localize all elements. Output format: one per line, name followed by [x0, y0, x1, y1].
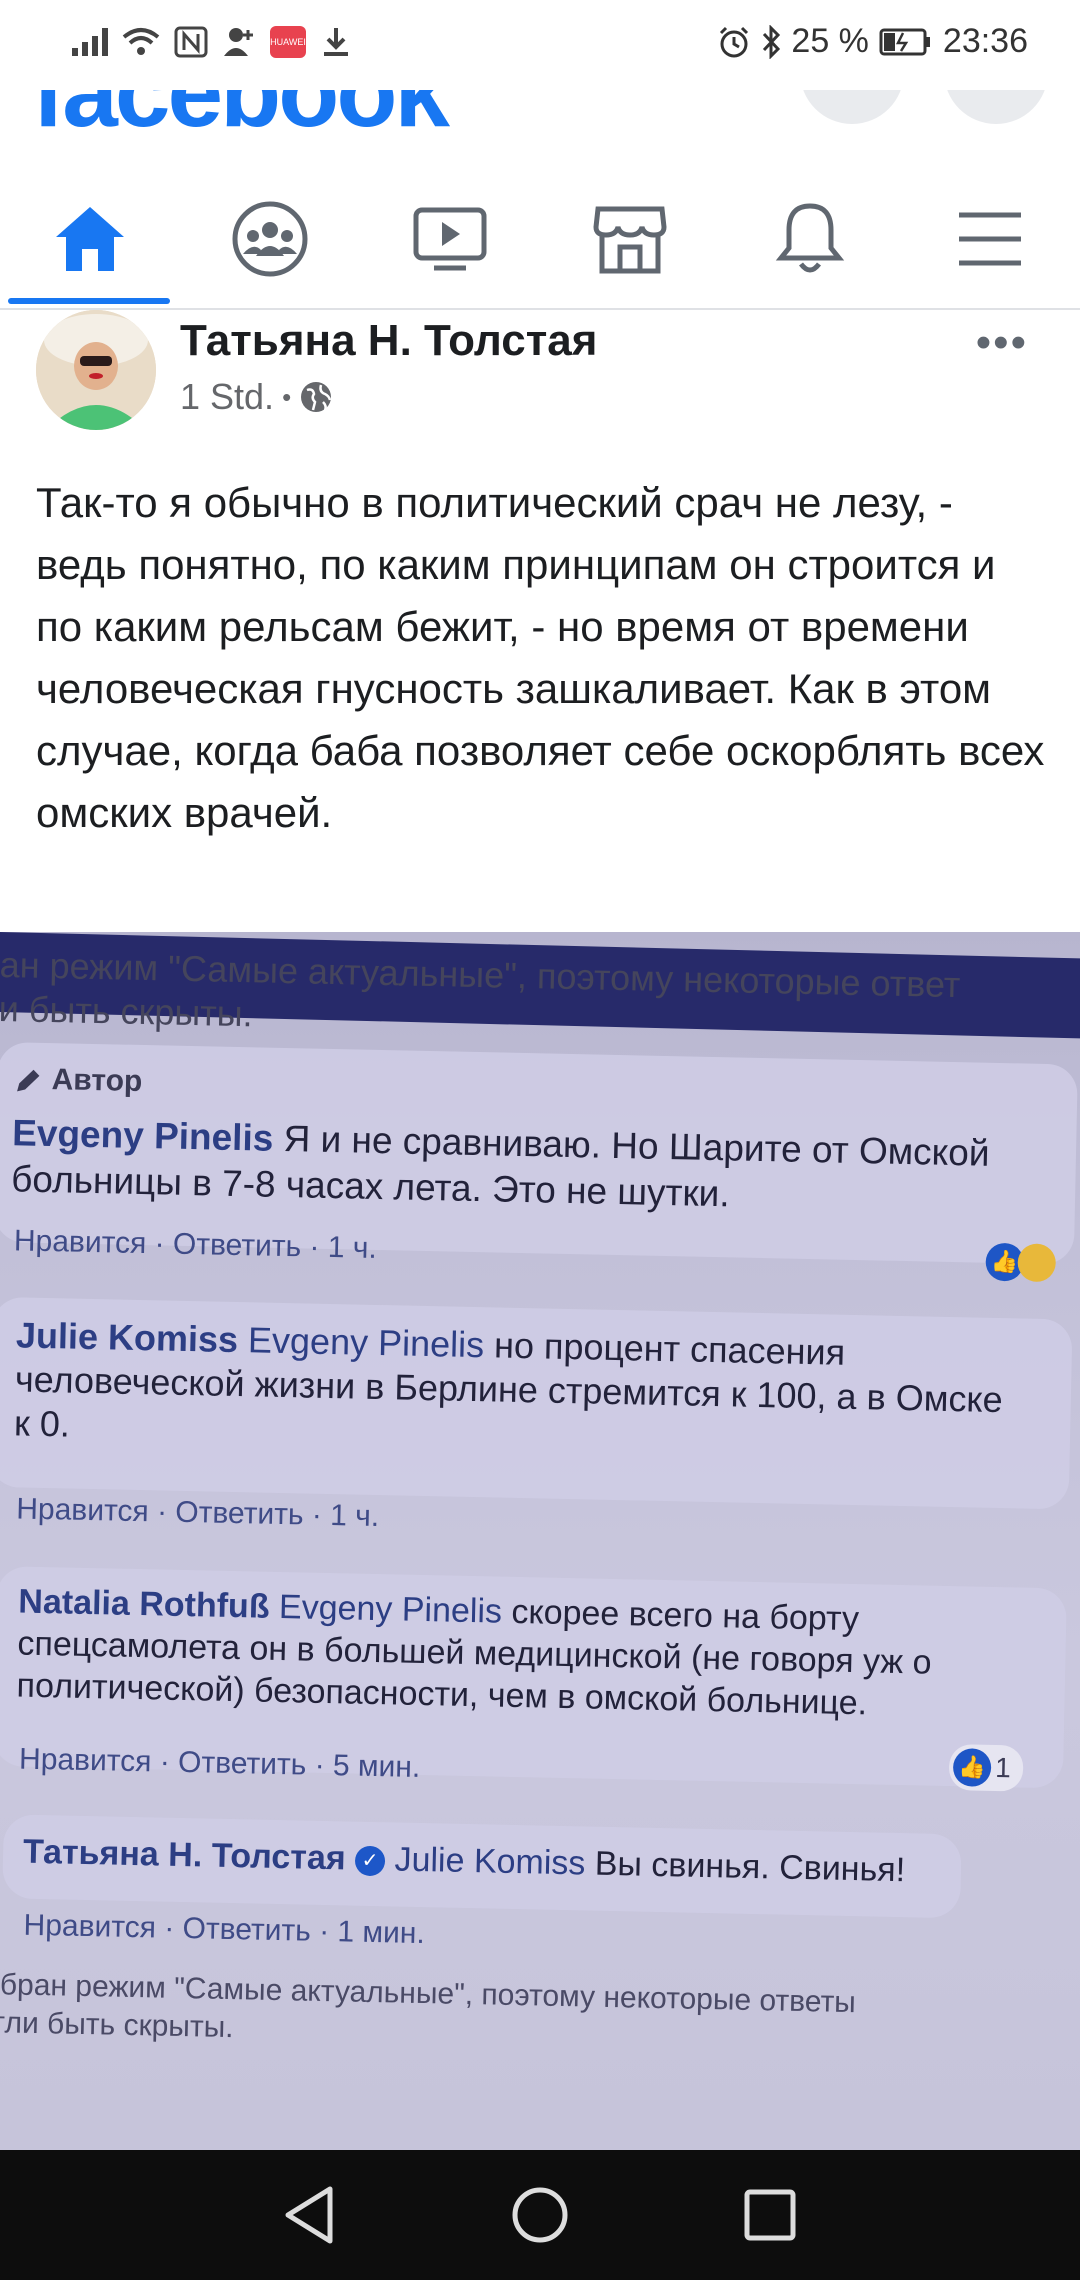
clock: 23:36 [942, 22, 1028, 60]
comment-1-actions: Нравится · Ответить · 1 ч. [13, 1224, 378, 1265]
recents-square-icon [744, 2189, 796, 2241]
comment-1-author[interactable]: Evgeny Pinelis [12, 1112, 274, 1158]
bell-icon [775, 203, 845, 273]
tab-watch[interactable] [360, 170, 540, 308]
comment-3-mention[interactable]: Evgeny Pinelis [279, 1588, 503, 1631]
battery-percent: 25 % [791, 22, 869, 60]
system-navigation-bar [0, 2150, 1080, 2280]
post-image[interactable]: ан режим "Самые актуальные", поэтому нек… [0, 932, 1080, 2150]
home-circle-icon [512, 2187, 568, 2243]
author-badge: Автор [13, 1062, 143, 1099]
signal-icon [72, 28, 108, 56]
person-add-icon [224, 28, 253, 56]
post-author-name[interactable]: Татьяна Н. Толстая [180, 316, 597, 366]
status-bar: HUAWEI 25 % 23:36 [0, 0, 1080, 90]
screen: { "status_bar": { "battery": "25 %", "ti… [0, 0, 1080, 2280]
comment-1-reactions: 👍 [985, 1242, 1057, 1283]
video-icon [413, 207, 487, 271]
sad-reaction-icon [1017, 1243, 1057, 1283]
comment-3-actions: Нравится · Ответить · 5 мин. [18, 1742, 421, 1784]
recents-button[interactable] [737, 2182, 803, 2248]
avatar-image [36, 310, 156, 430]
tab-menu[interactable] [900, 170, 1080, 308]
home-icon [56, 207, 124, 271]
post-more-button[interactable]: ••• [976, 318, 1028, 368]
meta-separator: • [282, 381, 292, 412]
tab-home[interactable] [0, 170, 180, 308]
post-meta: 1 Std. • [180, 376, 333, 418]
home-button[interactable] [507, 2182, 573, 2248]
comment-3-text-1: скорее всего на борту [511, 1592, 860, 1639]
comment-2-actions: Нравится · Ответить · 1 ч. [15, 1492, 380, 1534]
status-icons-right: 25 % 23:36 [717, 22, 1028, 61]
photo-footer-line-2: огли быть скрыты. [0, 2005, 234, 2045]
alarm-icon [720, 26, 749, 57]
pencil-icon [17, 1069, 40, 1092]
verified-badge-icon: ✓ [354, 1845, 386, 1877]
author-badge-label: Автор [51, 1063, 143, 1099]
groups-icon [232, 201, 308, 277]
comment-2-author[interactable]: Julie Komiss [16, 1314, 239, 1360]
bluetooth-icon [763, 24, 781, 59]
comment-4-mention[interactable]: Julie Komiss [394, 1840, 586, 1882]
store-icon [593, 206, 667, 274]
comment-3-reactions: 👍 1 [948, 1744, 1024, 1792]
tab-notifications[interactable] [720, 170, 900, 308]
photo-header-line-2: и быть скрыты. [0, 987, 254, 1035]
comment-3-reaction-count: 1 [994, 1752, 1012, 1784]
post-time[interactable]: 1 Std. [180, 376, 274, 418]
comment-4-text-1: Вы свинья. Свинья! [594, 1844, 906, 1890]
status-icons-left: HUAWEI [72, 26, 352, 58]
comment-4-author[interactable]: Татьяна Н. Толстая [23, 1833, 346, 1878]
download-icon [324, 28, 348, 56]
battery-icon [879, 28, 930, 55]
tab-marketplace[interactable] [540, 170, 720, 308]
like-reaction-icon: 👍 [952, 1748, 992, 1787]
top-navigation [0, 170, 1080, 310]
hamburger-icon [959, 212, 1021, 266]
post-text: Так-то я обычно в политический срач не л… [36, 479, 1045, 836]
photo-content: ан режим "Самые актуальные", поэтому нек… [0, 944, 1080, 2150]
wifi-icon [122, 28, 160, 55]
back-triangle-icon [285, 2186, 333, 2244]
comment-2-line-3: к 0. [13, 1402, 71, 1445]
author-avatar[interactable] [36, 310, 156, 430]
comment-3-author[interactable]: Natalia Rothfuß [18, 1583, 270, 1626]
huawei-app-icon: HUAWEI [270, 26, 306, 58]
comment-2-text-1: но процент спасения [493, 1324, 846, 1373]
active-tab-indicator [8, 298, 170, 304]
tab-groups[interactable] [180, 170, 360, 308]
nfc-icon [174, 26, 208, 58]
post-header: Татьяна Н. Толстая 1 Std. • ••• [0, 310, 1080, 440]
back-button[interactable] [276, 2182, 342, 2248]
comment-4-actions: Нравится · Ответить · 1 мин. [23, 1908, 426, 1951]
globe-icon [301, 382, 332, 412]
comment-2-mention[interactable]: Evgeny Pinelis [248, 1319, 485, 1365]
